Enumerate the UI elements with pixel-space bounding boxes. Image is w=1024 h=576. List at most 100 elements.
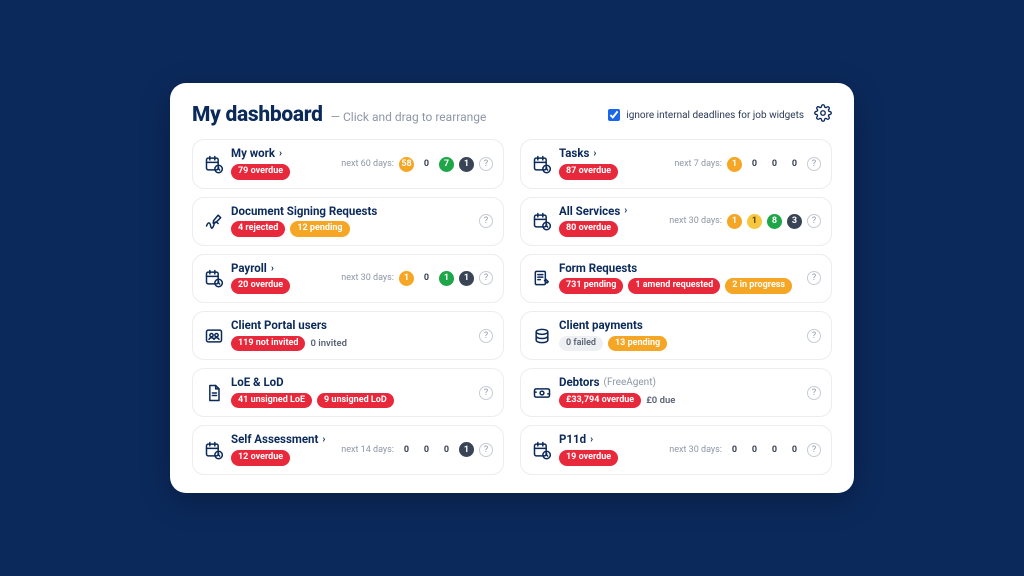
help-icon[interactable]: ? [807,386,821,400]
stat-chip[interactable]: 0 [399,442,414,457]
stat-chip[interactable]: 8 [767,214,782,229]
widget-all-services[interactable]: All Services›80 overduenext 30 days:1183… [520,197,832,246]
stat-chip[interactable]: 58 [399,157,414,172]
widget-client-payments[interactable]: Client payments0 failed13 pending? [520,311,832,360]
widget-right: ? [807,271,821,285]
stat-chip[interactable]: 1 [399,271,414,286]
stats-label: next 14 days: [341,445,394,455]
widget-right: next 7 days:1000? [674,157,821,172]
stat-chip[interactable]: 1 [439,271,454,286]
widget-title: All Services [559,206,620,218]
widget-extra-text: £0 due [646,395,675,406]
stat-chip[interactable]: 3 [787,214,802,229]
widget-title: Self Assessment [231,434,318,446]
widget-pills: 12 overdue [231,450,335,466]
help-icon[interactable]: ? [807,329,821,343]
widget-doc-signing[interactable]: Document Signing Requests 4 rejected 12 pe… [192,197,504,246]
widget-title-row: Form Requests [559,263,801,275]
status-pill[interactable]: 4 rejected [231,221,285,237]
stat-chip[interactable]: 7 [439,157,454,172]
widget-client-portal-users[interactable]: Client Portal users119 not invited0 invi… [192,311,504,360]
widget-extra-text: 0 invited [310,338,346,349]
status-pill[interactable]: 0 failed [559,336,603,352]
ignore-deadlines-checkbox[interactable] [608,109,620,121]
status-pill[interactable]: 13 pending [608,336,667,352]
widget-pills: 0 failed 13 pending [559,336,801,352]
widget-my-work[interactable]: My work›79 overduenext 60 days:58071? [192,139,504,188]
help-icon[interactable]: ? [479,214,493,228]
help-icon[interactable]: ? [479,329,493,343]
ignore-deadlines-toggle[interactable]: ignore internal deadlines for job widget… [608,109,804,121]
widget-title-row[interactable]: My work› [231,148,335,160]
help-icon[interactable]: ? [807,214,821,228]
status-pill[interactable]: 1 amend requested [628,278,720,294]
status-pill[interactable]: 12 pending [290,221,349,237]
widget-right: next 30 days:1011? [341,271,493,286]
widget-body: Form Requests 731 pending 1 amend requeste… [559,263,801,294]
stat-chip[interactable]: 1 [459,442,474,457]
stat-chip[interactable]: 0 [767,442,782,457]
widget-title-row: Debtors(FreeAgent) [559,377,801,389]
widget-payroll[interactable]: Payroll› 20 overdue next 30 days:1011? [192,254,504,303]
stat-chip[interactable]: 0 [439,442,454,457]
stat-chip[interactable]: 0 [767,157,782,172]
widget-tasks[interactable]: Tasks› 87 overdue next 7 days:1000? [520,139,832,188]
help-icon[interactable]: ? [807,157,821,171]
status-pill[interactable]: 2 in progress [725,278,792,294]
stat-chip[interactable]: 0 [419,271,434,286]
widget-pills: 87 overdue [559,164,668,180]
status-pill[interactable]: 20 overdue [231,278,290,294]
stat-chip[interactable]: 1 [727,157,742,172]
cash-icon [531,383,553,403]
status-pill[interactable]: 79 overdue [231,164,290,180]
status-pill[interactable]: 731 pending [559,278,623,294]
widget-pills: £33,794 overdue £0 due [559,393,801,409]
stat-chip[interactable]: 1 [747,214,762,229]
widget-form-requests[interactable]: Form Requests 731 pending 1 amend requeste… [520,254,832,303]
widget-self-assessment[interactable]: Self Assessment› 12 overdue next 14 days: 0… [192,425,504,474]
widget-title-row[interactable]: All Services› [559,206,663,218]
widget-pills: 79 overdue [231,164,335,180]
help-icon[interactable]: ? [479,386,493,400]
widget-title-row[interactable]: P11d› [559,434,663,446]
status-pill[interactable]: 119 not invited [231,336,305,352]
status-pill[interactable]: 9 unsigned LoD [317,393,394,409]
widget-title-row[interactable]: Tasks› [559,148,668,160]
widget-right: ? [479,214,493,228]
stat-chip[interactable]: 0 [747,442,762,457]
status-pill[interactable]: 41 unsigned LoE [231,393,312,409]
status-pill[interactable]: £33,794 overdue [559,393,641,409]
widget-title-row[interactable]: Payroll› [231,263,335,275]
signature-icon [203,211,225,231]
help-icon[interactable]: ? [479,157,493,171]
widget-title: P11d [559,434,586,446]
widget-debtors[interactable]: Debtors(FreeAgent) £33,794 overdue £0 due? [520,368,832,417]
help-icon[interactable]: ? [479,443,493,457]
stat-chip[interactable]: 0 [787,442,802,457]
widget-title-row: Document Signing Requests [231,206,473,218]
widget-loe-lod[interactable]: LoE & LoD 41 unsigned LoE 9 unsigned LoD? [192,368,504,417]
stat-chip[interactable]: 1 [459,271,474,286]
stat-chip[interactable]: 0 [747,157,762,172]
widget-title-row[interactable]: Self Assessment› [231,434,335,446]
status-pill[interactable]: 87 overdue [559,164,618,180]
calendar-clock-icon [203,268,225,288]
stat-chip[interactable]: 0 [787,157,802,172]
status-pill[interactable]: 80 overdue [559,221,618,237]
widget-pills: 20 overdue [231,278,335,294]
stat-chip[interactable]: 0 [727,442,742,457]
help-icon[interactable]: ? [807,271,821,285]
widget-pills: 80 overdue [559,221,663,237]
stat-chip[interactable]: 1 [727,214,742,229]
stat-chip[interactable]: 0 [419,442,434,457]
stat-chip[interactable]: 1 [459,157,474,172]
gear-icon[interactable] [814,104,832,126]
help-icon[interactable]: ? [807,443,821,457]
document-icon [203,383,225,403]
widget-p11d[interactable]: P11d›19 overduenext 30 days:0000? [520,425,832,474]
help-icon[interactable]: ? [479,271,493,285]
stat-chip[interactable]: 0 [419,157,434,172]
status-pill[interactable]: 12 overdue [231,450,290,466]
status-pill[interactable]: 19 overdue [559,450,618,466]
widget-title-row: LoE & LoD [231,377,473,389]
